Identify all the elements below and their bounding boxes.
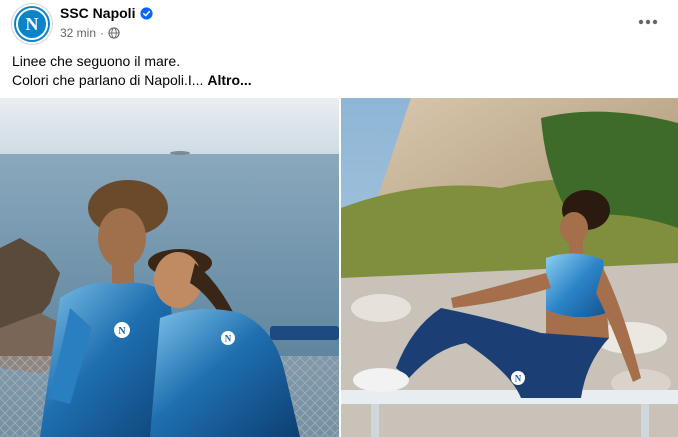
- napoli-logo-icon: N: [16, 8, 48, 40]
- more-horizontal-icon: [638, 19, 658, 25]
- caption-line-2: Colori che parlano di Napoli.I... Altro.…: [12, 71, 662, 90]
- kit-badge-right: N: [515, 374, 522, 384]
- post-meta: 32 min ·: [60, 26, 120, 40]
- photo-left[interactable]: N N: [0, 98, 339, 437]
- photo-right[interactable]: N: [341, 98, 678, 437]
- post-timestamp[interactable]: 32 min: [60, 26, 96, 40]
- globe-icon[interactable]: [108, 27, 120, 39]
- caption-line-1: Linee che seguono il mare.: [12, 53, 181, 69]
- meta-separator: ·: [100, 26, 105, 40]
- author-row: SSC Napoli: [60, 5, 154, 21]
- post-options-button[interactable]: [630, 4, 666, 40]
- post-header: N SSC Napoli 32 min ·: [12, 4, 666, 44]
- page-avatar[interactable]: N: [12, 4, 52, 44]
- logo-letter: N: [26, 14, 39, 34]
- see-more-link[interactable]: Altro...: [207, 72, 251, 88]
- verified-badge-icon: [140, 6, 154, 20]
- caption-line-2-text: Colori che parlano di Napoli.I...: [12, 72, 204, 88]
- post-caption: Linee che seguono il mare. Colori che pa…: [12, 52, 662, 90]
- photo-left-image: N N: [0, 98, 339, 437]
- kit-badge-left-1: N: [118, 326, 126, 337]
- page-name[interactable]: SSC Napoli: [60, 5, 135, 21]
- photo-right-image: N: [341, 98, 678, 437]
- photo-grid: N N N: [0, 98, 678, 437]
- kit-badge-left-2: N: [225, 334, 232, 344]
